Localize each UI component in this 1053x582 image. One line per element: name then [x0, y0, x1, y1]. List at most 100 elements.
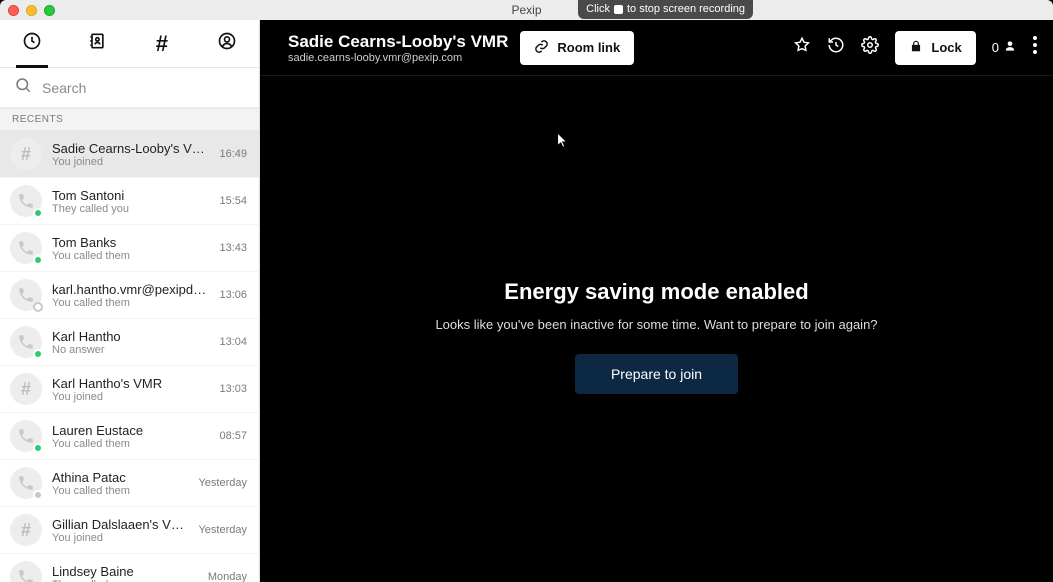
recents-row-title: Karl Hantho's VMR: [52, 376, 209, 391]
recents-row[interactable]: Athina PatacYou called them Yesterday: [0, 460, 259, 507]
room-title: Sadie Cearns-Looby's VMR: [288, 32, 508, 52]
energy-saving-panel: Energy saving mode enabled Looks like yo…: [260, 76, 1053, 582]
hash-icon: #: [10, 514, 42, 546]
recents-list[interactable]: #Sadie Cearns-Looby's VMRYou joined16:49…: [0, 131, 259, 582]
recents-row[interactable]: Karl HanthoNo answer 13:04: [0, 319, 259, 366]
prepare-to-join-button[interactable]: Prepare to join: [575, 354, 738, 394]
recents-row-subtitle: You called them: [52, 250, 209, 262]
avatar: [10, 467, 42, 499]
recents-row-subtitle: You joined: [52, 532, 188, 544]
recents-row-title: karl.hantho.vmr@pexipdemo: [52, 282, 209, 297]
sidebar-search[interactable]: [0, 68, 259, 108]
history-icon: [827, 36, 845, 59]
recents-row-subtitle: No answer: [52, 344, 209, 356]
presence-indicator: [33, 443, 43, 453]
contacts-icon: [87, 31, 107, 56]
recents-row-time: 13:06: [219, 289, 247, 301]
recents-row[interactable]: # Sadie Cearns-Looby's VMRYou joined 16:49: [0, 131, 259, 178]
presence-indicator: [33, 255, 43, 265]
phone-icon: [10, 561, 42, 582]
recents-row[interactable]: Lauren EustaceYou called them 08:57: [0, 413, 259, 460]
favorite-button[interactable]: [793, 36, 811, 59]
room-link-button[interactable]: Room link: [520, 31, 634, 65]
recents-row-time: Yesterday: [198, 477, 247, 489]
recents-row-subtitle: You called them: [52, 485, 188, 497]
avatar: [10, 185, 42, 217]
history-button[interactable]: [827, 36, 845, 59]
recents-row[interactable]: Tom BanksYou called them 13:43: [0, 225, 259, 272]
recents-row-time: 13:04: [219, 336, 247, 348]
tab-rooms[interactable]: #: [140, 20, 184, 68]
recents-row-time: 08:57: [219, 430, 247, 442]
kebab-icon: [1033, 41, 1037, 58]
room-link-label: Room link: [557, 40, 620, 55]
recents-row-subtitle: You joined: [52, 391, 209, 403]
recents-row-time: 15:54: [219, 195, 247, 207]
recents-row[interactable]: Tom SantoniThey called you 15:54: [0, 178, 259, 225]
recents-row-subtitle: They called you: [52, 203, 209, 215]
participant-count[interactable]: 0: [992, 39, 1017, 56]
presence-indicator: [33, 208, 43, 218]
recents-section-header: RECENTS: [0, 108, 259, 131]
recents-row-time: 13:43: [219, 242, 247, 254]
recents-row[interactable]: karl.hantho.vmr@pexipdemoYou called them…: [0, 272, 259, 319]
tab-contacts[interactable]: [75, 20, 119, 68]
energy-title: Energy saving mode enabled: [504, 279, 808, 305]
search-input[interactable]: [42, 80, 245, 96]
recents-row[interactable]: #Gillian Dalslaaen's VMRYou joinedYester…: [0, 507, 259, 554]
window-close-button[interactable]: [8, 5, 19, 16]
settings-button[interactable]: [861, 36, 879, 59]
avatar: [10, 279, 42, 311]
recents-row[interactable]: Lindsey BaineThey called youMonday: [0, 554, 259, 582]
recents-row-time: 13:03: [219, 383, 247, 395]
avatar: [10, 326, 42, 358]
avatar: [10, 420, 42, 452]
gear-icon: [861, 36, 879, 59]
person-icon: [1003, 39, 1017, 56]
clock-icon: [22, 31, 42, 56]
search-icon: [14, 76, 32, 99]
window-maximize-button[interactable]: [44, 5, 55, 16]
presence-indicator: [33, 490, 43, 500]
avatar: [10, 561, 42, 582]
hash-icon: #: [10, 373, 42, 405]
recents-row[interactable]: # Karl Hantho's VMRYou joined 13:03: [0, 366, 259, 413]
window-titlebar: Pexip Click to stop screen recording: [0, 0, 1053, 20]
window-title: Pexip: [511, 3, 541, 17]
recents-row-subtitle: You joined: [52, 156, 209, 168]
main-panel: Sadie Cearns-Looby's VMR sadie.cearns-lo…: [260, 20, 1053, 582]
room-uri: sadie.cearns-looby.vmr@pexip.com: [288, 52, 508, 64]
call-topbar: Sadie Cearns-Looby's VMR sadie.cearns-lo…: [260, 20, 1053, 76]
recents-row-title: Lauren Eustace: [52, 423, 209, 438]
recording-tip-text-2: to stop screen recording: [627, 3, 745, 15]
window-minimize-button[interactable]: [26, 5, 37, 16]
presence-indicator: [33, 349, 43, 359]
participant-number: 0: [992, 40, 999, 55]
tab-profile[interactable]: [205, 20, 249, 68]
profile-icon: [217, 31, 237, 56]
window-controls: [0, 5, 55, 16]
sidebar-tabs: #: [0, 20, 259, 68]
recording-tip-text-1: Click: [586, 3, 610, 15]
recents-row-title: Tom Banks: [52, 235, 209, 250]
screen-recording-tip[interactable]: Click to stop screen recording: [578, 0, 753, 19]
recents-row-title: Karl Hantho: [52, 329, 209, 344]
lock-button[interactable]: Lock: [895, 31, 975, 65]
recents-row-subtitle: You called them: [52, 438, 209, 450]
hash-icon: #: [10, 138, 42, 170]
recents-row-time: Monday: [208, 571, 247, 582]
avatar: #: [10, 373, 42, 405]
recents-row-time: 16:49: [219, 148, 247, 160]
link-icon: [534, 39, 549, 57]
recents-row-title: Athina Patac: [52, 470, 188, 485]
recents-row-title: Gillian Dalslaaen's VMR: [52, 517, 188, 532]
tab-recents[interactable]: [10, 20, 54, 68]
recents-row-title: Lindsey Baine: [52, 564, 198, 579]
energy-subtitle: Looks like you've been inactive for some…: [435, 317, 877, 332]
stop-recording-icon: [614, 5, 623, 14]
sidebar: # RECENTS #Sadie Cearns-Looby's VMRYou j…: [0, 20, 260, 582]
recents-row-title: Tom Santoni: [52, 188, 209, 203]
lock-icon: [909, 39, 923, 56]
recents-row-title: Sadie Cearns-Looby's VMR: [52, 141, 209, 156]
overflow-menu-button[interactable]: [1033, 36, 1037, 59]
